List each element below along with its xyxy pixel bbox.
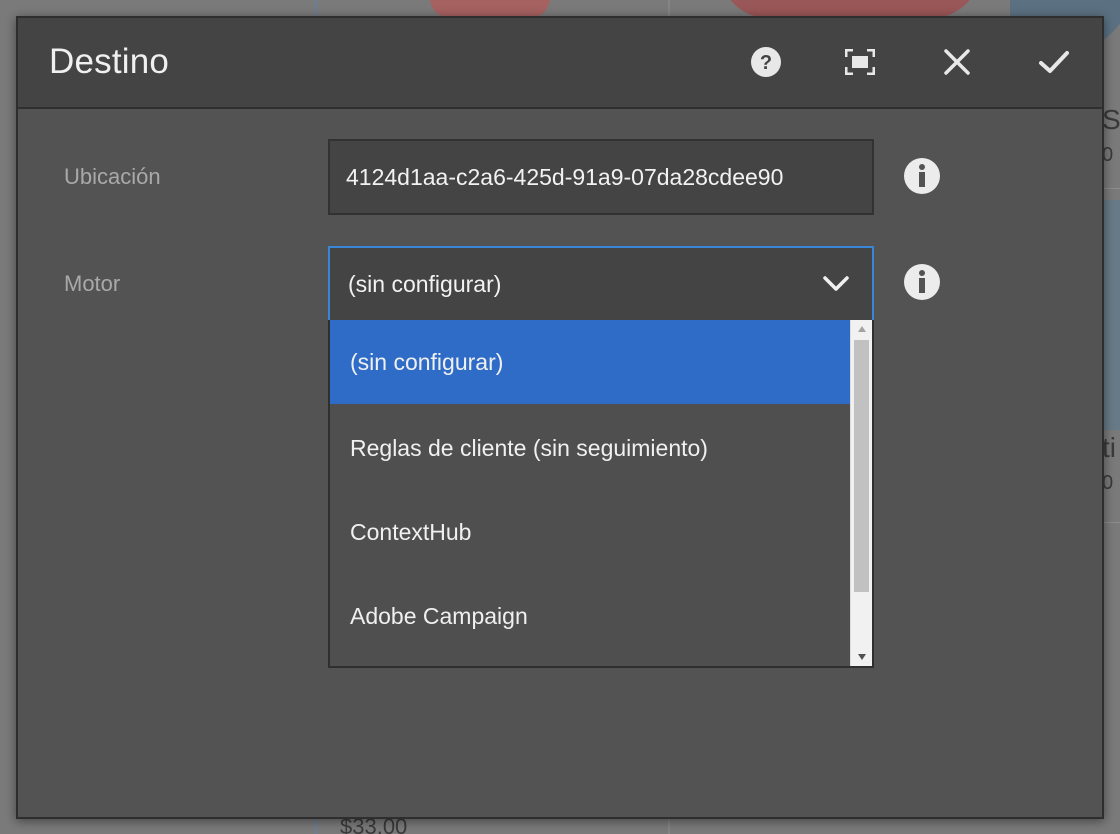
done-button[interactable] — [1032, 40, 1076, 84]
dropdown-option[interactable]: Adobe Campaign — [330, 574, 852, 658]
triangle-up-icon — [857, 326, 866, 332]
engine-dropdown-list: (sin configurar) Reglas de cliente (sin … — [328, 320, 874, 668]
engine-info-button[interactable] — [902, 262, 942, 302]
triangle-down-icon — [857, 654, 866, 660]
scroll-thumb[interactable] — [854, 340, 869, 592]
dropdown-scrollbar[interactable] — [850, 320, 872, 666]
info-icon — [904, 264, 940, 300]
fullscreen-button[interactable] — [838, 40, 882, 84]
fullscreen-icon — [845, 49, 875, 75]
background-text-fragment: ti — [1102, 432, 1116, 463]
dialog-header: Destino ? — [18, 18, 1102, 109]
engine-select[interactable]: (sin configurar) — [328, 246, 874, 322]
target-dialog: Destino ? Ubicación 4124d1aa-c2a6-425d-9… — [16, 16, 1104, 819]
scroll-down-button[interactable] — [851, 648, 872, 666]
close-icon — [944, 49, 970, 75]
close-button[interactable] — [935, 40, 979, 84]
background-divider — [1102, 188, 1120, 189]
background-divider — [1102, 522, 1120, 523]
info-icon — [904, 158, 940, 194]
help-button[interactable]: ? — [744, 40, 788, 84]
scroll-up-button[interactable] — [851, 320, 872, 338]
dialog-title: Destino — [49, 42, 170, 81]
location-field[interactable]: 4124d1aa-c2a6-425d-91a9-07da28cdee90 — [328, 139, 874, 215]
chevron-down-icon — [823, 276, 849, 291]
dropdown-option[interactable]: ContextHub — [330, 490, 852, 574]
engine-selected-value: (sin configurar) — [348, 271, 502, 297]
help-circle-icon: ? — [751, 47, 781, 77]
location-label: Ubicación — [64, 164, 161, 189]
background-text-fragment: S — [1102, 104, 1120, 135]
dropdown-option[interactable]: (sin configurar) — [330, 320, 852, 404]
dropdown-option[interactable]: Reglas de cliente (sin seguimiento) — [330, 406, 852, 490]
location-info-button[interactable] — [902, 156, 942, 196]
checkmark-icon — [1039, 51, 1069, 73]
svg-text:?: ? — [760, 52, 772, 74]
engine-label: Motor — [64, 271, 121, 296]
